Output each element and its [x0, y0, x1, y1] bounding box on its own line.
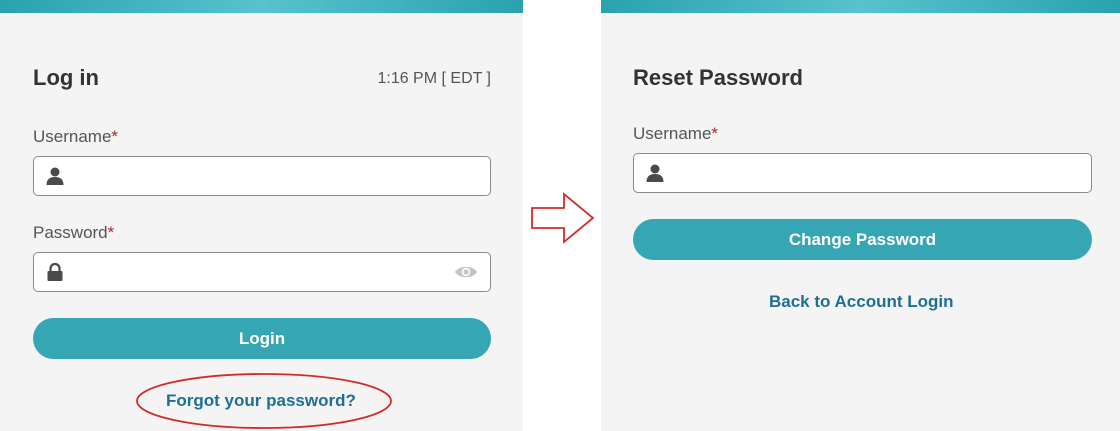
reset-username-input[interactable] [674, 154, 1047, 194]
lock-icon [47, 262, 63, 281]
login-button[interactable]: Login [33, 318, 491, 359]
reset-password-panel: Reset Password Username* Change Password… [601, 0, 1120, 431]
current-time: 1:16 PM [ EDT ] [377, 70, 491, 87]
required-asterisk: * [711, 124, 719, 143]
required-asterisk: * [111, 127, 119, 146]
change-password-button[interactable]: Change Password [633, 219, 1092, 260]
forgot-password-link[interactable]: Forgot your password? [166, 391, 356, 411]
user-icon [646, 164, 664, 182]
login-top-accent-bar [0, 0, 523, 13]
username-label-text: Username [33, 127, 112, 146]
login-panel: Log in 1:16 PM [ EDT ] Username* Passwor… [0, 0, 523, 431]
reset-username-label: Username* [633, 124, 718, 144]
login-title: Log in [33, 65, 99, 90]
username-input[interactable] [74, 157, 446, 197]
password-field[interactable] [33, 252, 491, 293]
reset-username-field[interactable] [633, 153, 1092, 194]
password-label-text: Password [33, 223, 108, 242]
username-field[interactable] [33, 156, 491, 197]
eye-icon[interactable] [454, 263, 478, 281]
username-label: Username* [33, 127, 118, 147]
password-input[interactable] [74, 253, 446, 293]
reset-top-accent-bar [601, 0, 1120, 13]
password-label: Password* [33, 223, 114, 243]
reset-username-label-text: Username [633, 124, 712, 143]
required-asterisk: * [107, 223, 115, 242]
user-icon [46, 167, 64, 185]
back-to-account-login-link[interactable]: Back to Account Login [769, 292, 954, 312]
reset-password-title: Reset Password [633, 65, 803, 90]
arrow-right-icon [531, 192, 595, 244]
